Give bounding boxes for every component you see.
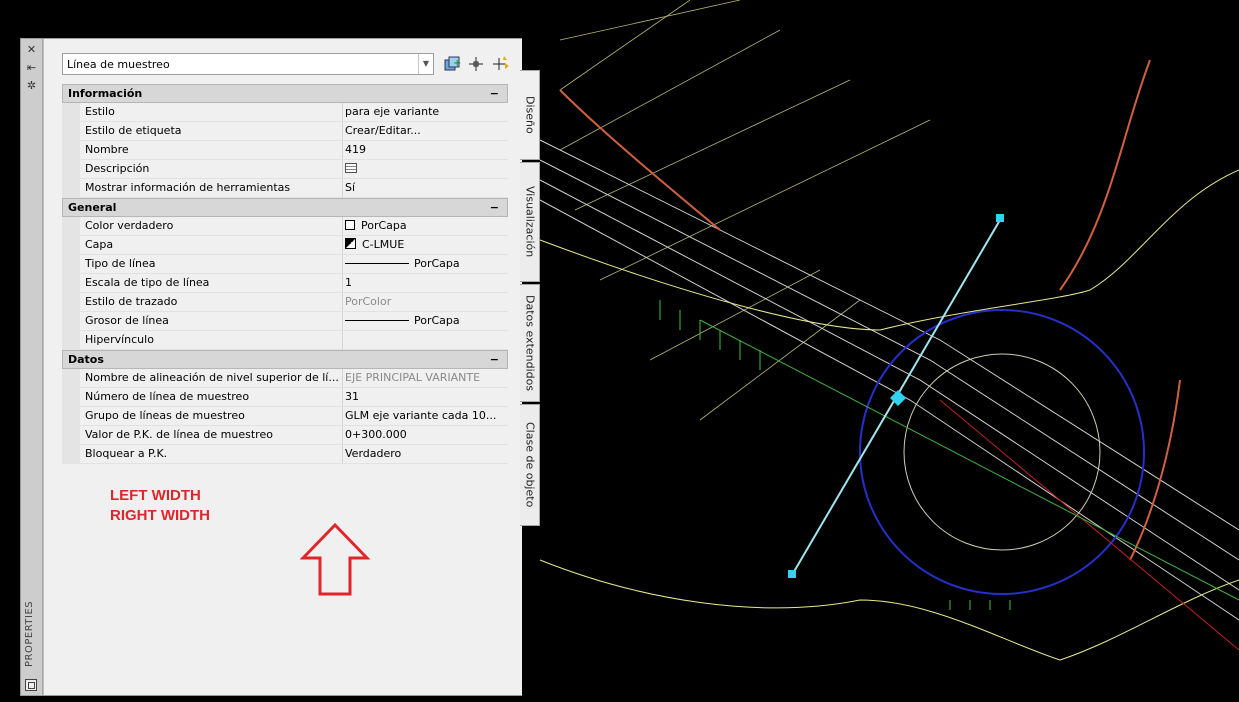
property-name: Estilo de etiqueta bbox=[85, 124, 182, 137]
property-value[interactable]: para eje variante bbox=[342, 103, 511, 121]
object-type-selector[interactable]: Línea de muestreo ▼ bbox=[62, 53, 434, 75]
close-icon[interactable]: ✕ bbox=[25, 43, 38, 56]
property-row-bloquear-pk[interactable]: Bloquear a P.K. Verdadero bbox=[62, 445, 508, 464]
property-row-estilo-etiqueta[interactable]: Estilo de etiqueta Crear/Editar... bbox=[62, 122, 508, 141]
annotation-text: LEFT WIDTH RIGHT WIDTH bbox=[110, 486, 210, 526]
property-grid: Información − Estilo para eje variante E… bbox=[62, 84, 508, 464]
property-name: Descripción bbox=[85, 162, 150, 175]
property-name: Valor de P.K. de línea de muestreo bbox=[85, 428, 273, 441]
collapse-icon[interactable]: − bbox=[490, 351, 499, 368]
palette-title: PROPERTIES bbox=[24, 600, 35, 667]
text-editor-icon[interactable] bbox=[345, 163, 357, 173]
tab-visualizacion[interactable]: Visualización bbox=[520, 162, 540, 282]
annotation-line-1: LEFT WIDTH bbox=[110, 487, 201, 504]
tab-datos-extendidos[interactable]: Datos extendidos bbox=[520, 284, 540, 402]
property-value[interactable] bbox=[342, 331, 511, 349]
property-value-grosor[interactable]: PorCapa bbox=[342, 312, 511, 330]
property-value[interactable]: 31 bbox=[342, 388, 511, 406]
quick-select-icon[interactable] bbox=[491, 54, 511, 74]
property-name: Color verdadero bbox=[85, 219, 174, 232]
category-title: Información bbox=[68, 87, 143, 100]
palette-menu-icon[interactable] bbox=[25, 679, 37, 691]
property-name: Grupo de líneas de muestreo bbox=[85, 409, 245, 422]
property-name: Grosor de línea bbox=[85, 314, 169, 327]
property-value[interactable]: Sí bbox=[342, 179, 511, 197]
property-row-color[interactable]: Color verdadero PorCapa bbox=[62, 217, 508, 236]
svg-text:+: + bbox=[453, 58, 461, 69]
settings-icon[interactable]: ✲ bbox=[25, 79, 38, 92]
property-row-escala-tipo-linea[interactable]: Escala de tipo de línea 1 bbox=[62, 274, 508, 293]
tab-label: Diseño bbox=[523, 96, 537, 134]
property-value-capa[interactable]: C-LMUE bbox=[342, 236, 511, 254]
category-title: Datos bbox=[68, 353, 104, 366]
select-objects-icon[interactable] bbox=[466, 54, 486, 74]
arrow-up-icon bbox=[300, 522, 370, 596]
property-value[interactable]: 1 bbox=[342, 274, 511, 292]
property-value-color[interactable]: PorCapa bbox=[342, 217, 511, 235]
tab-label: Datos extendidos bbox=[523, 294, 537, 392]
property-row-mostrar-info[interactable]: Mostrar información de herramientas Sí bbox=[62, 179, 508, 198]
property-value-tipo-linea[interactable]: PorCapa bbox=[342, 255, 511, 273]
color-swatch-icon bbox=[345, 220, 355, 230]
property-row-hipervinculo[interactable]: Hipervínculo bbox=[62, 331, 508, 350]
property-value[interactable]: Verdadero bbox=[342, 445, 511, 463]
property-name: Estilo de trazado bbox=[85, 295, 178, 308]
tab-label: Clase de objeto bbox=[523, 422, 537, 508]
property-row-estilo[interactable]: Estilo para eje variante bbox=[62, 103, 508, 122]
annotation-line-2: RIGHT WIDTH bbox=[110, 507, 210, 524]
property-row-numero-linea[interactable]: Número de línea de muestreo 31 bbox=[62, 388, 508, 407]
category-general[interactable]: General − bbox=[62, 198, 508, 217]
layer-icon bbox=[345, 238, 356, 249]
linetype-sample-icon bbox=[345, 263, 409, 264]
category-datos[interactable]: Datos − bbox=[62, 350, 508, 369]
palette-title-strip: ✕ ⇤ ✲ PROPERTIES bbox=[21, 39, 43, 695]
properties-palette: ✕ ⇤ ✲ PROPERTIES Línea de muestreo ▼ + I… bbox=[20, 38, 522, 696]
property-name: Mostrar información de herramientas bbox=[85, 181, 291, 194]
collapse-icon[interactable]: − bbox=[490, 85, 499, 102]
tab-diseno[interactable]: Diseño bbox=[520, 70, 540, 160]
object-type-value: Línea de muestreo bbox=[67, 58, 170, 71]
property-name: Estilo bbox=[85, 105, 115, 118]
property-value: PorColor bbox=[342, 293, 511, 311]
category-informacion[interactable]: Información − bbox=[62, 84, 508, 103]
property-name: Nombre de alineación de nivel superior d… bbox=[85, 371, 339, 384]
property-value: PorCapa bbox=[414, 314, 460, 327]
property-value[interactable]: Crear/Editar... bbox=[342, 122, 511, 140]
property-name: Hipervínculo bbox=[85, 333, 154, 346]
property-row-descripcion[interactable]: Descripción bbox=[62, 160, 508, 179]
property-value[interactable]: 419 bbox=[342, 141, 511, 159]
property-row-capa[interactable]: Capa C-LMUE bbox=[62, 236, 508, 255]
property-value[interactable]: 0+300.000 bbox=[342, 426, 511, 444]
property-row-grosor-linea[interactable]: Grosor de línea PorCapa bbox=[62, 312, 508, 331]
palette-content: Línea de muestreo ▼ + Información − Esti… bbox=[43, 39, 522, 695]
category-title: General bbox=[68, 201, 117, 214]
property-row-estilo-trazado[interactable]: Estilo de trazado PorColor bbox=[62, 293, 508, 312]
tab-clase-objeto[interactable]: Clase de objeto bbox=[520, 404, 540, 526]
property-value: PorCapa bbox=[414, 257, 460, 270]
property-name: Nombre bbox=[85, 143, 129, 156]
property-name: Bloquear a P.K. bbox=[85, 447, 168, 460]
property-value-descripcion[interactable] bbox=[342, 160, 511, 178]
chevron-down-icon[interactable]: ▼ bbox=[418, 54, 433, 74]
collapse-icon[interactable]: − bbox=[490, 199, 499, 216]
property-row-nombre[interactable]: Nombre 419 bbox=[62, 141, 508, 160]
property-value: C-LMUE bbox=[362, 238, 405, 251]
property-row-alineacion[interactable]: Nombre de alineación de nivel superior d… bbox=[62, 369, 508, 388]
property-name: Escala de tipo de línea bbox=[85, 276, 210, 289]
property-value: EJE PRINCIPAL VARIANTE bbox=[342, 369, 511, 387]
property-name: Capa bbox=[85, 238, 114, 251]
property-name: Número de línea de muestreo bbox=[85, 390, 250, 403]
auto-hide-icon[interactable]: ⇤ bbox=[25, 61, 38, 74]
property-row-tipo-linea[interactable]: Tipo de línea PorCapa bbox=[62, 255, 508, 274]
property-row-grupo-lineas[interactable]: Grupo de líneas de muestreo GLM eje vari… bbox=[62, 407, 508, 426]
toggle-pickadd-icon[interactable]: + bbox=[442, 54, 462, 74]
property-value[interactable]: GLM eje variante cada 10... bbox=[342, 407, 511, 425]
tab-label: Visualización bbox=[523, 186, 537, 258]
property-value: PorCapa bbox=[361, 219, 407, 232]
property-name: Tipo de línea bbox=[85, 257, 156, 270]
lineweight-sample-icon bbox=[345, 320, 409, 321]
property-row-valor-pk[interactable]: Valor de P.K. de línea de muestreo 0+300… bbox=[62, 426, 508, 445]
